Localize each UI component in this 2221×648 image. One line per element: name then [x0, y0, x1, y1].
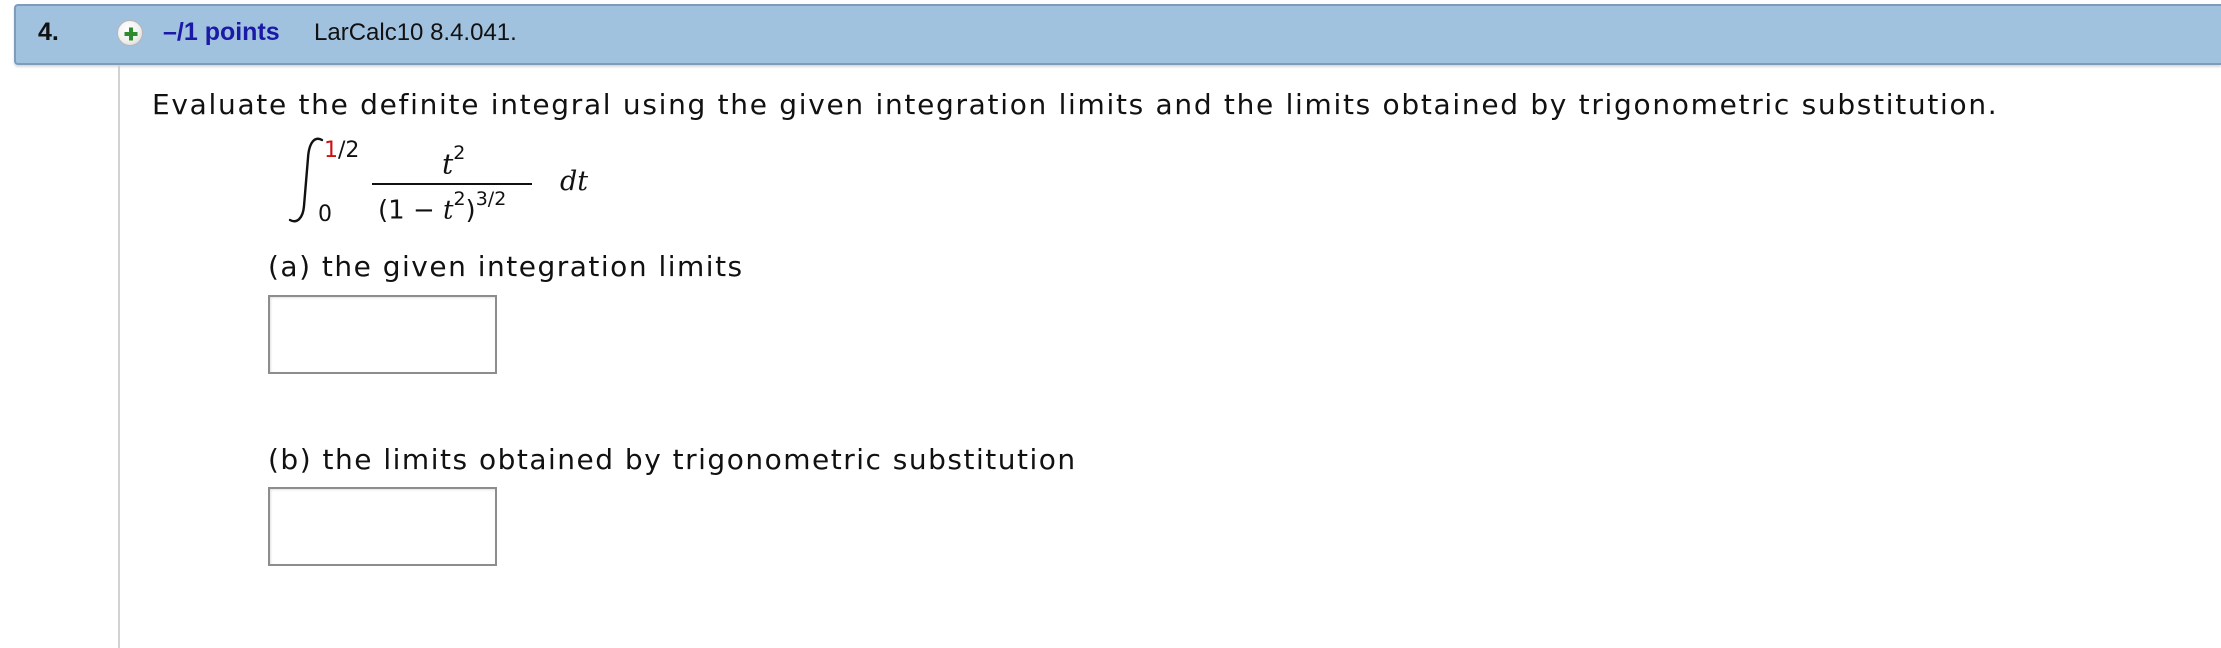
differential: dt	[560, 166, 589, 197]
part-a-answer-input[interactable]	[268, 295, 497, 374]
lower-limit: 0	[318, 202, 332, 227]
denominator: (1 − t2)3/2	[378, 188, 507, 226]
part-b-label: (b) the limits obtained by trigonometric…	[268, 443, 1077, 476]
content-divider	[118, 65, 120, 648]
upper-limit: 1/2	[324, 138, 360, 163]
question-prompt: Evaluate the definite integral using the…	[152, 88, 1999, 121]
integral-expression: 1/2 0 t2 (1 − t2)3/2 dt	[282, 130, 602, 230]
assignment-id: LarCalc10 8.4.041.	[314, 19, 517, 46]
part-b-answer-input[interactable]	[268, 487, 497, 566]
points-link[interactable]: –/1 points	[163, 18, 280, 47]
part-a-label: (a) the given integration limits	[268, 250, 744, 283]
fraction-bar	[372, 183, 532, 185]
plus-circle-icon[interactable]	[117, 20, 143, 46]
question-number: 4.	[38, 18, 59, 46]
numerator: t2	[442, 142, 466, 181]
